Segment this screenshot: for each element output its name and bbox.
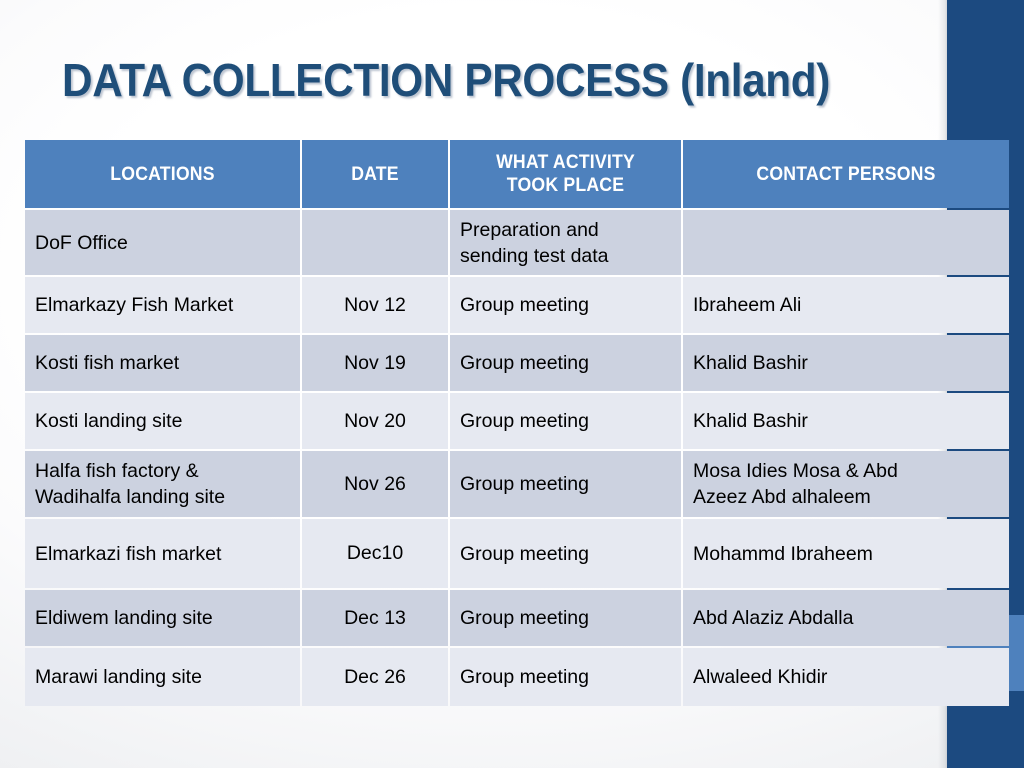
cell-date: Nov 26 [302,451,448,517]
cell-activity: Group meeting [450,519,681,588]
cell-date: Dec 26 [302,648,448,706]
cell-location-text: Kosti fish market [35,352,180,374]
table-row: Kosti landing site Nov 20 Group meeting … [25,393,1009,449]
cell-contact-text: Mosa Idies Mosa & Abd Azeez Abd alhaleem [693,460,898,508]
cell-location: Elmarkazi fish market [25,519,300,588]
cell-activity-text: Group meeting [460,294,589,316]
cell-location-text: Kosti landing site [35,410,183,432]
cell-contact: Alwaleed Khidir [683,648,1009,706]
column-header-locations-label: LOCATIONS [110,163,215,185]
cell-activity-text: Group meeting [460,473,589,495]
column-header-date: DATE [302,140,448,208]
table-header: LOCATIONS DATE WHAT ACTIVITY TOOK PLACE … [25,140,1009,208]
cell-activity-text: Group meeting [460,410,589,432]
cell-location: Elmarkazy Fish Market [25,277,300,333]
cell-activity: Preparation and sending test data [450,210,681,275]
cell-date: Nov 20 [302,393,448,449]
table-row: DoF Office Preparation and sending test … [25,210,1009,275]
cell-activity: Group meeting [450,451,681,517]
cell-contact-text: Khalid Bashir [693,352,808,374]
cell-contact-text: Abd Alaziz Abdalla [693,607,854,629]
cell-date: Dec10 [302,519,448,588]
table-row: Marawi landing site Dec 26 Group meeting… [25,648,1009,706]
cell-location-text: Elmarkazy Fish Market [35,294,234,316]
column-header-activity-line1: WHAT ACTIVITY [496,152,635,173]
column-header-locations: LOCATIONS [25,140,300,208]
cell-date-text: Dec10 [346,542,404,564]
cell-activity-text: Preparation and sending test data [460,218,609,267]
cell-location: Eldiwem landing site [25,590,300,646]
column-header-activity: WHAT ACTIVITY TOOK PLACE [450,140,681,208]
cell-contact-text: Khalid Bashir [693,410,808,432]
cell-contact: Mohammd Ibraheem [683,519,1009,588]
cell-location: Kosti fish market [25,335,300,391]
table-row: Kosti fish market Nov 19 Group meeting K… [25,335,1009,391]
cell-activity-text: Group meeting [460,607,589,629]
table-row: Eldiwem landing site Dec 13 Group meetin… [25,590,1009,646]
column-header-contact-label: CONTACT PERSONS [756,163,936,185]
cell-location: Kosti landing site [25,393,300,449]
cell-date: Dec 13 [302,590,448,646]
cell-location-text: Marawi landing site [35,666,202,688]
cell-contact-text: Alwaleed Khidir [693,666,828,688]
cell-contact: Ibraheem Ali [683,277,1009,333]
cell-date: Nov 12 [302,277,448,333]
cell-contact-text: Mohammd Ibraheem [693,542,873,565]
cell-activity: Group meeting [450,393,681,449]
cell-location-text: DoF Office [35,231,128,254]
table-header-row: LOCATIONS DATE WHAT ACTIVITY TOOK PLACE … [25,140,1009,208]
cell-location-text: Halfa fish factory & Wadihalfa landing s… [35,460,226,508]
cell-activity: Group meeting [450,590,681,646]
table: LOCATIONS DATE WHAT ACTIVITY TOOK PLACE … [23,138,1011,708]
page-title: DATA COLLECTION PROCESS (Inland) [62,54,830,106]
cell-date: Nov 19 [302,335,448,391]
cell-activity: Group meeting [450,648,681,706]
cell-location: Halfa fish factory & Wadihalfa landing s… [25,451,300,517]
cell-date-text: Nov 20 [344,409,406,432]
cell-activity-text: Group meeting [460,542,589,565]
cell-activity: Group meeting [450,277,681,333]
cell-date-text: Nov 26 [344,472,406,495]
table-row: Halfa fish factory & Wadihalfa landing s… [25,451,1009,517]
cell-date-text: Nov 19 [344,351,406,374]
column-header-activity-line2: TOOK PLACE [506,175,625,196]
table-row: Elmarkazi fish market Dec10 Group meetin… [25,519,1009,588]
cell-contact: Khalid Bashir [683,393,1009,449]
table-row: Elmarkazy Fish Market Nov 12 Group meeti… [25,277,1009,333]
cell-date-text: Dec 26 [344,665,406,688]
cell-date-text: Dec 13 [344,606,406,629]
cell-contact: Abd Alaziz Abdalla [683,590,1009,646]
cell-activity: Group meeting [450,335,681,391]
data-collection-table: LOCATIONS DATE WHAT ACTIVITY TOOK PLACE … [25,140,1009,706]
table-body: DoF Office Preparation and sending test … [25,210,1009,706]
column-header-contact: CONTACT PERSONS [683,140,1009,208]
cell-activity-text: Group meeting [460,666,589,688]
column-header-date-label: DATE [351,163,399,185]
cell-contact [683,210,1009,275]
cell-activity-text: Group meeting [460,352,589,374]
cell-location: Marawi landing site [25,648,300,706]
cell-contact-text: Ibraheem Ali [693,294,802,316]
cell-location-text: Eldiwem landing site [35,607,213,629]
cell-contact: Khalid Bashir [683,335,1009,391]
cell-contact: Mosa Idies Mosa & Abd Azeez Abd alhaleem [683,451,1009,517]
cell-date [302,210,448,275]
cell-location: DoF Office [25,210,300,275]
cell-location-text: Elmarkazi fish market [35,542,222,565]
cell-date-text: Nov 12 [344,293,406,316]
slide-canvas: DATA COLLECTION PROCESS (Inland) LOCATIO… [0,0,1024,768]
